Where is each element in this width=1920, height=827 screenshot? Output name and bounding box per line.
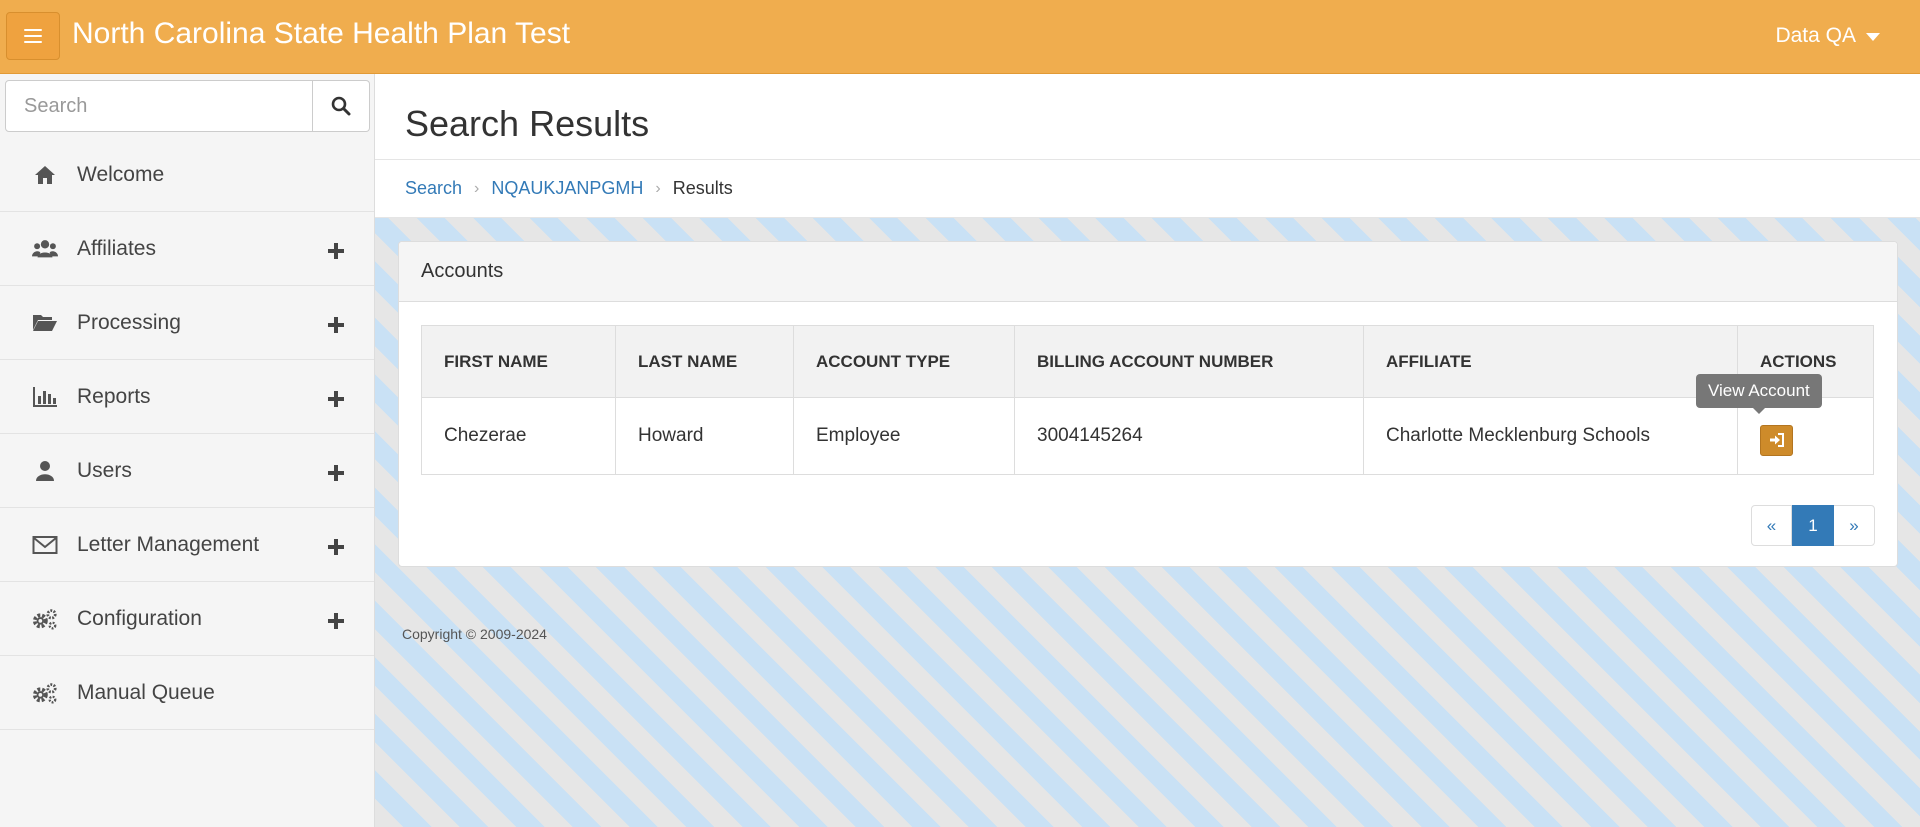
breadcrumb-current: Results <box>672 178 733 198</box>
search-button[interactable] <box>313 80 370 132</box>
chevron-right-icon: › <box>474 179 480 197</box>
plus-icon <box>328 464 344 481</box>
sidebar-item-affiliates[interactable]: Affiliates <box>0 212 374 286</box>
cell-affiliate: Charlotte Mecklenburg Schools <box>1363 397 1738 475</box>
sidebar: Welcome Affiliates Processing Reports <box>0 74 375 827</box>
view-account-tooltip: View Account <box>1696 374 1822 414</box>
caret-down-icon <box>1866 33 1880 41</box>
user-menu-label: Data QA <box>1775 24 1856 47</box>
sidebar-item-label: Affiliates <box>77 236 156 260</box>
hamburger-menu-button[interactable] <box>6 12 60 60</box>
sidebar-item-label: Reports <box>77 384 151 408</box>
sidebar-item-label: Welcome <box>77 162 165 186</box>
page-title: Search Results <box>405 103 650 144</box>
sidebar-nav: Welcome Affiliates Processing Reports Us… <box>0 138 374 730</box>
sidebar-item-label: Manual Queue <box>77 680 215 704</box>
gears-icon <box>32 606 58 632</box>
sidebar-item-welcome[interactable]: Welcome <box>0 138 374 212</box>
copyright-footer: Copyright © 2009-2024 <box>402 626 547 642</box>
pagination: « 1 » <box>1751 505 1875 546</box>
breadcrumb-search-link[interactable]: Search <box>405 178 462 199</box>
cell-first-name: Chezerae <box>421 397 616 475</box>
breadcrumb-query-link[interactable]: NQAUKJANPGMH <box>491 178 643 199</box>
plus-icon <box>328 316 344 333</box>
view-account-button[interactable] <box>1760 424 1793 456</box>
sidebar-item-users[interactable]: Users <box>0 434 374 508</box>
sign-in-icon <box>1769 433 1784 447</box>
plus-icon <box>328 538 344 555</box>
table-row: Chezerae Howard Employee 3004145264 Char… <box>421 397 1874 475</box>
panel-heading: Accounts <box>399 242 1897 302</box>
table-header-row: FIRST NAME LAST NAME ACCOUNT TYPE BILLIN… <box>421 325 1874 398</box>
column-header-last-name: LAST NAME <box>615 325 794 398</box>
cell-account-type: Employee <box>793 397 1015 475</box>
column-header-first-name: FIRST NAME <box>421 325 616 398</box>
accounts-table: FIRST NAME LAST NAME ACCOUNT TYPE BILLIN… <box>421 325 1874 475</box>
user-menu[interactable]: Data QA <box>1775 24 1880 48</box>
page-header: Search Results <box>375 74 1920 160</box>
bar-chart-icon <box>32 384 58 410</box>
sidebar-item-label: Letter Management <box>77 532 260 556</box>
home-icon <box>32 162 58 188</box>
sidebar-item-letter-management[interactable]: Letter Management <box>0 508 374 582</box>
sidebar-item-configuration[interactable]: Configuration <box>0 582 374 656</box>
main-content: Search Results Search › NQAUKJANPGMH › R… <box>375 74 1920 827</box>
plus-icon <box>328 242 344 259</box>
sidebar-item-label: Users <box>77 458 132 482</box>
gears-icon <box>32 680 58 706</box>
search-input[interactable] <box>5 80 314 132</box>
cell-last-name: Howard <box>615 397 794 475</box>
pagination-next[interactable]: » <box>1834 505 1875 546</box>
pagination-page-current[interactable]: 1 <box>1792 505 1834 546</box>
plus-icon <box>328 390 344 407</box>
sidebar-item-reports[interactable]: Reports <box>0 360 374 434</box>
folder-open-icon <box>32 310 58 336</box>
search-icon <box>331 96 351 116</box>
chevron-right-icon: › <box>655 179 661 197</box>
column-header-affiliate: AFFILIATE <box>1363 325 1738 398</box>
app-title[interactable]: North Carolina State Health Plan Test <box>72 17 570 51</box>
user-icon <box>32 458 58 484</box>
users-icon <box>32 236 58 262</box>
sidebar-item-label: Configuration <box>77 606 202 630</box>
sidebar-item-processing[interactable]: Processing <box>0 286 374 360</box>
sidebar-item-manual-queue[interactable]: Manual Queue <box>0 656 374 730</box>
cell-billing-account-number: 3004145264 <box>1014 397 1364 475</box>
pagination-prev[interactable]: « <box>1751 505 1792 546</box>
sidebar-item-label: Processing <box>77 310 181 334</box>
breadcrumb: Search › NQAUKJANPGMH › Results <box>375 160 1920 218</box>
sidebar-search <box>5 80 370 132</box>
accounts-panel: Accounts FIRST NAME LAST NAME ACCOUNT TY… <box>398 241 1898 567</box>
plus-icon <box>328 612 344 629</box>
top-navbar: North Carolina State Health Plan Test Da… <box>0 0 1920 74</box>
envelope-icon <box>32 532 58 558</box>
column-header-account-type: ACCOUNT TYPE <box>793 325 1015 398</box>
column-header-billing-account-number: BILLING ACCOUNT NUMBER <box>1014 325 1364 398</box>
hamburger-icon <box>24 29 42 43</box>
